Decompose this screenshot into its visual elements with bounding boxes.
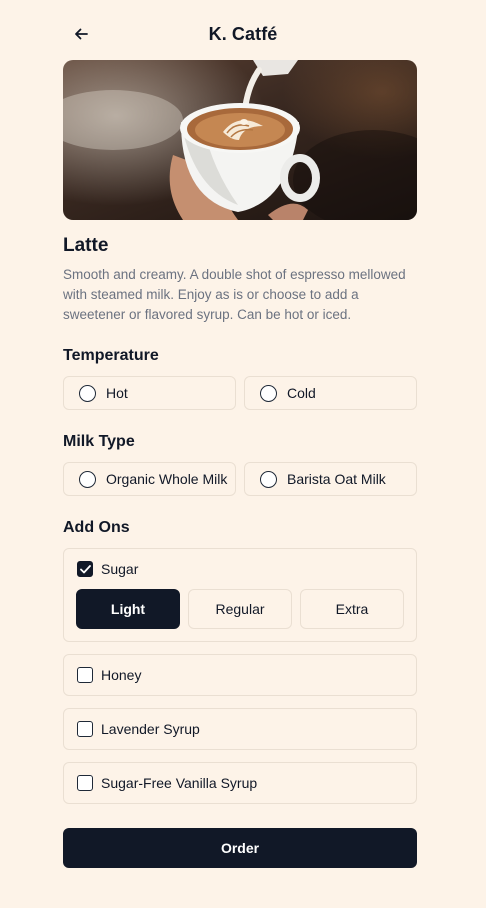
addon-lavender-toggle[interactable]: Lavender Syrup [77,721,200,737]
product-image [63,60,417,220]
option-label: Cold [287,385,316,401]
addon-sugar: Sugar Light Regular Extra [63,548,417,642]
option-label: Organic Whole Milk [106,471,228,487]
radio-button[interactable] [79,384,96,402]
checkbox[interactable] [77,775,93,791]
addon-sugar-toggle[interactable]: Sugar [77,561,138,577]
option-label: Hot [106,385,128,401]
addon-lavender-syrup[interactable]: Lavender Syrup [63,708,417,750]
sugar-level-light-button[interactable]: Light [76,589,180,629]
page-title: K. Catfé [208,24,278,44]
milk-option-oat[interactable]: Barista Oat Milk [244,462,417,496]
header: K. Catfé [0,14,486,54]
checkbox[interactable] [77,721,93,737]
radio-button[interactable] [260,384,277,402]
addon-label: Lavender Syrup [101,721,200,737]
temperature-section-title: Temperature [63,347,159,364]
addon-honey-toggle[interactable]: Honey [77,667,141,683]
addon-honey[interactable]: Honey [63,654,417,696]
addons-section-title: Add Ons [63,519,130,536]
order-button[interactable]: Order [63,828,417,868]
checkbox[interactable] [77,667,93,683]
addon-label: Sugar-Free Vanilla Syrup [101,775,258,791]
temperature-option-hot[interactable]: Hot [63,376,236,410]
radio-button[interactable] [260,470,277,488]
product-description: Smooth and creamy. A double shot of espr… [63,267,406,322]
milk-section-title: Milk Type [63,433,135,450]
sugar-level-regular-button[interactable]: Regular [188,589,292,629]
addon-vanilla-syrup[interactable]: Sugar-Free Vanilla Syrup [63,762,417,804]
checkbox-checked[interactable] [77,561,93,577]
radio-button[interactable] [79,470,96,488]
addon-label: Honey [101,667,142,683]
addon-vanilla-toggle[interactable]: Sugar-Free Vanilla Syrup [77,775,257,791]
temperature-option-cold[interactable]: Cold [244,376,417,410]
option-label: Barista Oat Milk [287,471,386,487]
addon-label: Sugar [101,561,139,577]
milk-option-whole[interactable]: Organic Whole Milk [63,462,236,496]
sugar-level-extra-button[interactable]: Extra [300,589,404,629]
product-name: Latte [63,235,109,256]
product-page: K. Catfé Latte Smooth and creamy. A doub… [0,0,486,908]
check-icon [79,564,91,573]
